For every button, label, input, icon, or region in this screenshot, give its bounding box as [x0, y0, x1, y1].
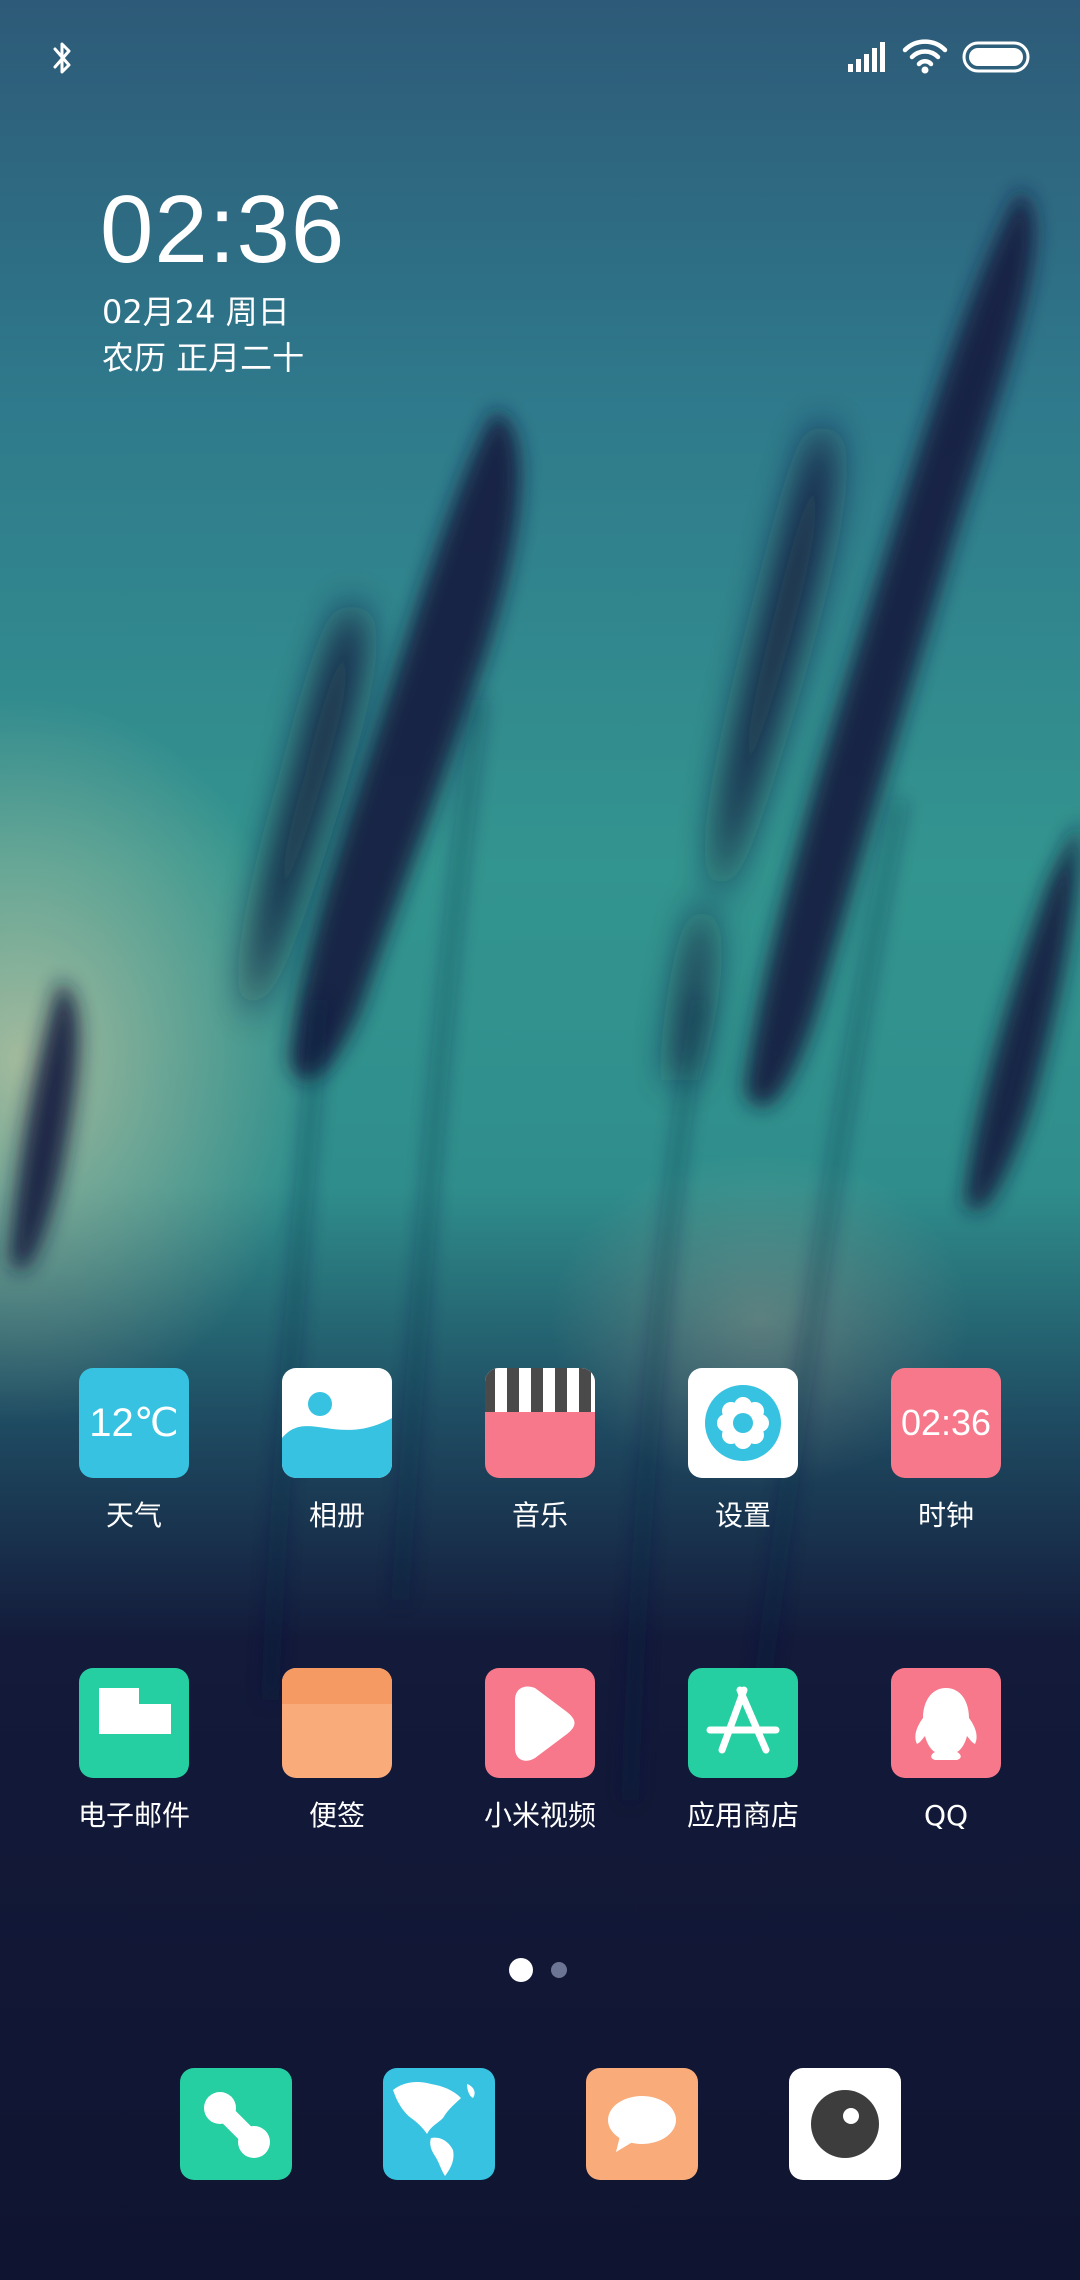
app-gallery[interactable]: 相册 [257, 1368, 417, 1568]
dock [0, 2068, 1080, 2180]
gallery-icon [282, 1368, 392, 1478]
weather-icon: 12℃ [79, 1368, 189, 1478]
page-dot-1[interactable] [509, 1958, 533, 1982]
app-label: 天气 [105, 1499, 162, 1532]
video-icon [485, 1668, 595, 1778]
app-label: 小米视频 [483, 1799, 596, 1832]
app-weather[interactable]: 12℃ 天气 [54, 1368, 214, 1568]
app-label: 音乐 [511, 1499, 568, 1532]
phone-icon [204, 2092, 270, 2158]
weather-temperature: 12℃ [89, 1401, 179, 1445]
app-notes[interactable]: 便签 [257, 1668, 417, 1868]
dock-camera[interactable] [789, 2068, 901, 2180]
dock-phone[interactable] [180, 2068, 292, 2180]
app-music[interactable]: 音乐 [460, 1368, 620, 1568]
app-row-2: 电子邮件 便签 小米视频 应用商店 QQ [0, 1668, 1080, 1868]
settings-icon [688, 1368, 798, 1478]
music-icon [485, 1368, 595, 1478]
app-label: 设置 [714, 1499, 771, 1532]
browser-globe-icon [393, 2082, 475, 2176]
app-label: QQ [923, 1799, 969, 1832]
clock-lunar-date: 农历 正月二十 [102, 339, 305, 377]
clock-widget[interactable]: 02:36 02月24 周日 农历 正月二十 [100, 175, 345, 381]
app-email[interactable]: 电子邮件 [54, 1668, 214, 1868]
app-clock[interactable]: 02:36 时钟 [866, 1368, 1026, 1568]
clock-date: 02月24 周日 [102, 293, 290, 331]
app-settings[interactable]: 设置 [663, 1368, 823, 1568]
battery-icon [962, 41, 1030, 73]
clock-icon-time: 02:36 [900, 1402, 992, 1443]
app-label: 应用商店 [686, 1799, 799, 1832]
qq-icon [891, 1668, 1001, 1778]
bluetooth-icon [53, 42, 71, 74]
app-qq[interactable]: QQ [866, 1668, 1026, 1868]
app-label: 相册 [308, 1499, 365, 1532]
page-indicator[interactable] [0, 1958, 1080, 1986]
dock-browser[interactable] [383, 2068, 495, 2180]
status-bar [0, 0, 1080, 110]
clock-icon: 02:36 [891, 1368, 1001, 1478]
notes-icon [282, 1668, 392, 1778]
app-row-1: 12℃ 天气 相册 音乐 设置 02:36 时钟 [0, 1368, 1080, 1568]
app-label: 时钟 [917, 1499, 974, 1532]
camera-icon [811, 2090, 879, 2158]
app-store-icon [688, 1668, 798, 1778]
app-label: 便签 [308, 1799, 365, 1832]
messages-icon [608, 2096, 676, 2152]
wifi-icon [902, 39, 948, 74]
app-label: 电子邮件 [77, 1799, 190, 1832]
app-mi-video[interactable]: 小米视频 [460, 1668, 620, 1868]
dock-messages[interactable] [586, 2068, 698, 2180]
email-icon [79, 1668, 189, 1778]
app-store[interactable]: 应用商店 [663, 1668, 823, 1868]
signal-icon [848, 42, 885, 72]
page-dot-2[interactable] [551, 1962, 567, 1978]
clock-time: 02:36 [100, 176, 346, 283]
